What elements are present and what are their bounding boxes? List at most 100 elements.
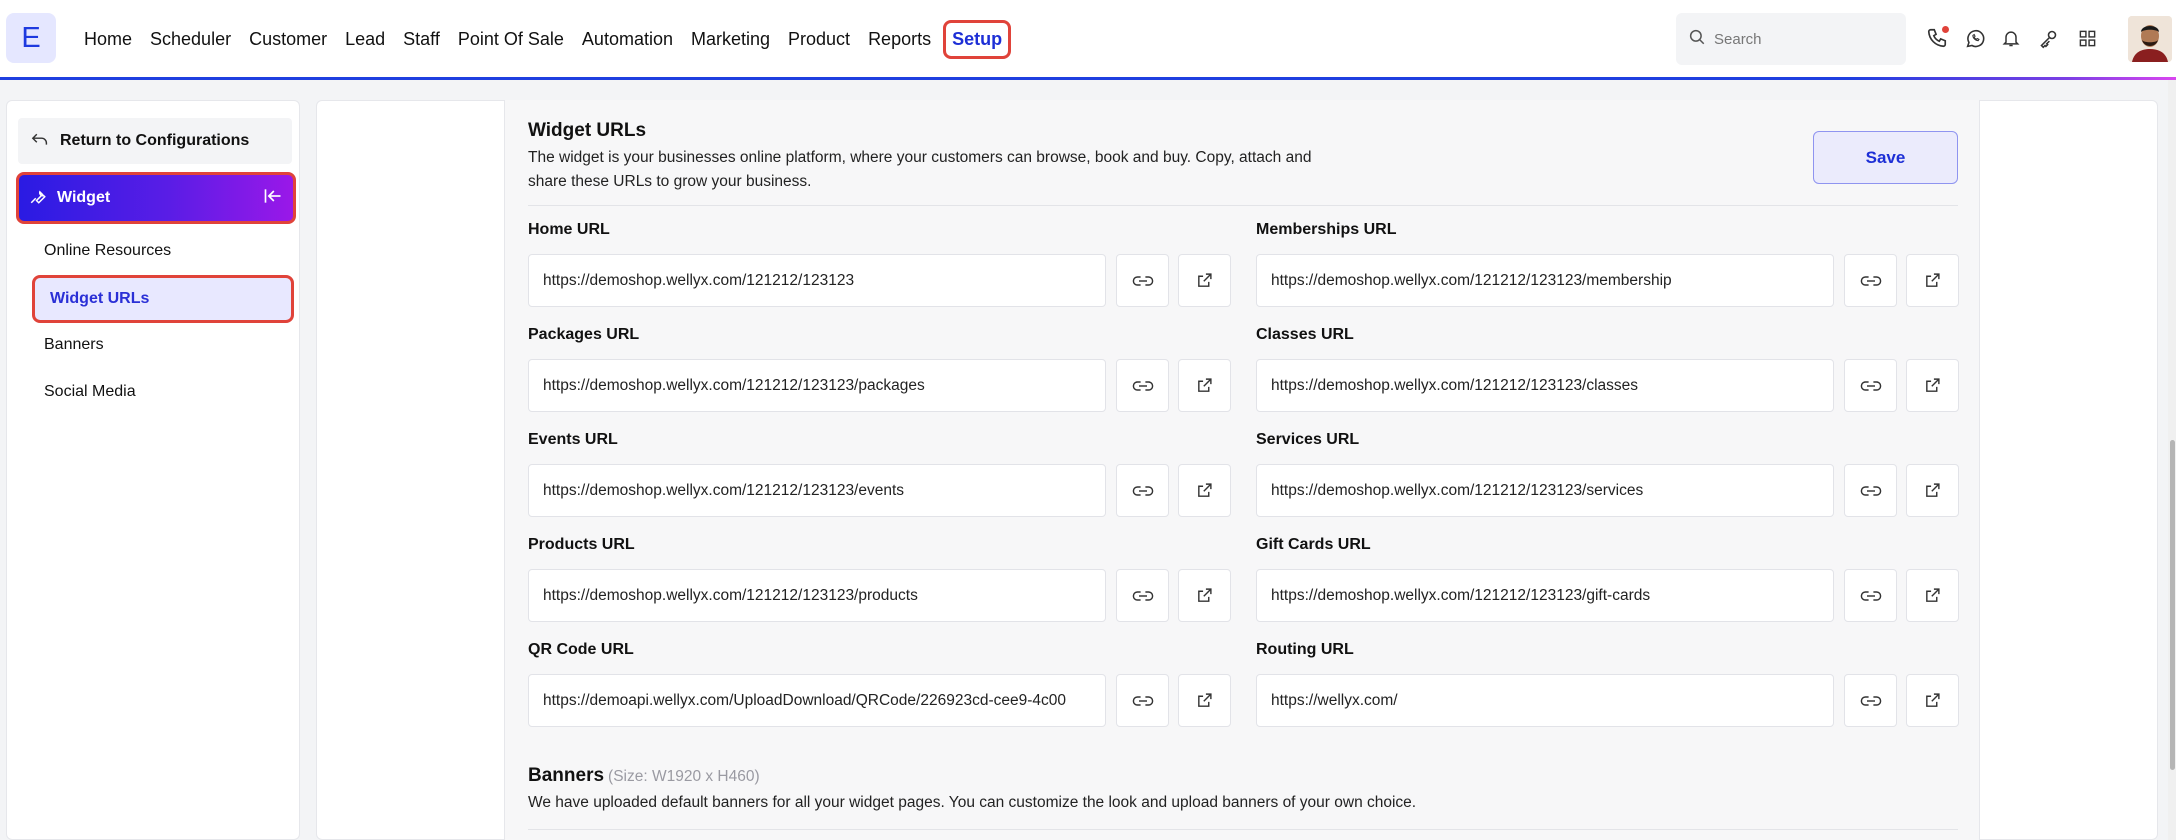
whatsapp-icon[interactable]	[1963, 26, 1987, 50]
qr-code-url-copy-link-button[interactable]	[1116, 674, 1169, 727]
gift-cards-url-copy-link-button[interactable]	[1844, 569, 1897, 622]
nav-item-lead[interactable]: Lead	[345, 29, 385, 50]
save-button[interactable]: Save	[1813, 131, 1958, 184]
home-url-label: Home URL	[528, 221, 610, 238]
link-icon	[1131, 693, 1155, 709]
home-url-input[interactable]	[528, 254, 1106, 307]
classes-url-copy-link-button[interactable]	[1844, 359, 1897, 412]
qr-code-url-label: QR Code URL	[528, 641, 634, 658]
external-link-icon	[1924, 482, 1941, 499]
top-bar-accent-line	[0, 77, 2176, 80]
sidebar-item-widget-urls[interactable]: Widget URLs	[32, 275, 294, 323]
external-link-icon	[1196, 692, 1213, 709]
external-link-icon	[1196, 272, 1213, 289]
back-arrow-icon	[30, 131, 50, 152]
routing-url-label: Routing URL	[1256, 641, 1354, 658]
link-icon	[1859, 483, 1883, 499]
nav-item-automation[interactable]: Automation	[582, 29, 673, 50]
description-line-2: share these URLs to grow your business.	[528, 173, 812, 190]
products-url-open-link-button[interactable]	[1178, 569, 1231, 622]
widget-section-label: Widget	[57, 189, 111, 206]
nav-item-home[interactable]: Home	[84, 29, 132, 50]
routing-url-copy-link-button[interactable]	[1844, 674, 1897, 727]
collapse-sidebar-icon[interactable]	[263, 187, 283, 210]
nav-item-customer[interactable]: Customer	[249, 29, 327, 50]
products-url-copy-link-button[interactable]	[1116, 569, 1169, 622]
search-box[interactable]	[1676, 13, 1906, 65]
gift-cards-url-input[interactable]	[1256, 569, 1834, 622]
events-url-copy-link-button[interactable]	[1116, 464, 1169, 517]
qr-code-url-input[interactable]	[528, 674, 1106, 727]
packages-url-input[interactable]	[528, 359, 1106, 412]
memberships-url-open-link-button[interactable]	[1906, 254, 1959, 307]
banners-size-note: (Size: W1920 x H460)	[608, 768, 760, 785]
wrench-icon	[29, 187, 47, 210]
packages-url-open-link-button[interactable]	[1178, 359, 1231, 412]
sidebar-item-online-resources[interactable]: Online Resources	[44, 242, 171, 260]
external-link-icon	[1924, 377, 1941, 394]
packages-url-label: Packages URL	[528, 326, 640, 343]
packages-url-copy-link-button[interactable]	[1116, 359, 1169, 412]
routing-url-input[interactable]	[1256, 674, 1834, 727]
phone-icon[interactable]	[1925, 26, 1949, 50]
widget-section-header[interactable]: Widget	[16, 172, 296, 224]
services-url-open-link-button[interactable]	[1906, 464, 1959, 517]
classes-url-input[interactable]	[1256, 359, 1834, 412]
app-logo[interactable]: E	[6, 13, 56, 63]
widget-urls-title: Widget URLs	[528, 120, 647, 141]
link-icon	[1859, 273, 1883, 289]
home-url-open-link-button[interactable]	[1178, 254, 1231, 307]
banners-title: Banners	[528, 765, 605, 786]
link-icon	[1131, 483, 1155, 499]
events-url-open-link-button[interactable]	[1178, 464, 1231, 517]
external-link-icon	[1196, 482, 1213, 499]
banners-divider	[528, 829, 1958, 830]
events-url-input[interactable]	[528, 464, 1106, 517]
notification-dot	[1942, 26, 1949, 33]
external-link-icon	[1924, 587, 1941, 604]
routing-url-open-link-button[interactable]	[1906, 674, 1959, 727]
search-icon	[1688, 28, 1706, 51]
scrollbar-thumb[interactable]	[2170, 440, 2175, 770]
apps-grid-icon[interactable]	[2075, 26, 2099, 50]
return-label: Return to Configurations	[60, 132, 250, 149]
products-url-input[interactable]	[528, 569, 1106, 622]
search-input[interactable]	[1714, 30, 1894, 48]
nav-item-setup[interactable]: Setup	[943, 19, 1012, 59]
user-avatar[interactable]	[2128, 16, 2172, 62]
external-link-icon	[1924, 692, 1941, 709]
classes-url-open-link-button[interactable]	[1906, 359, 1959, 412]
sidebar-item-banners[interactable]: Banners	[44, 336, 104, 354]
nav-item-product[interactable]: Product	[788, 29, 850, 50]
description-line-1: The widget is your businesses online pla…	[528, 149, 1312, 166]
nav-item-scheduler[interactable]: Scheduler	[150, 29, 231, 50]
link-icon	[1131, 588, 1155, 604]
bell-icon[interactable]	[1999, 26, 2023, 50]
external-link-icon	[1196, 587, 1213, 604]
classes-url-label: Classes URL	[1256, 326, 1354, 343]
memberships-url-label: Memberships URL	[1256, 221, 1397, 238]
link-icon	[1859, 378, 1883, 394]
banners-description: We have uploaded default banners for all…	[528, 794, 1417, 811]
qr-code-url-open-link-button[interactable]	[1178, 674, 1231, 727]
nav-item-marketing[interactable]: Marketing	[691, 29, 770, 50]
link-icon	[1859, 588, 1883, 604]
sidebar-item-social-media[interactable]: Social Media	[44, 383, 136, 401]
memberships-url-copy-link-button[interactable]	[1844, 254, 1897, 307]
settings-sidebar: Return to Configurations Widget	[6, 100, 300, 840]
gift-cards-url-open-link-button[interactable]	[1906, 569, 1959, 622]
logo-letter: E	[21, 21, 41, 54]
main-nav: Home Scheduler Customer Lead Staff Point…	[84, 0, 1029, 78]
nav-item-staff[interactable]: Staff	[403, 29, 440, 50]
services-url-copy-link-button[interactable]	[1844, 464, 1897, 517]
nav-item-point-of-sale[interactable]: Point Of Sale	[458, 29, 564, 50]
memberships-url-input[interactable]	[1256, 254, 1834, 307]
home-url-copy-link-button[interactable]	[1116, 254, 1169, 307]
key-icon[interactable]	[2036, 26, 2060, 50]
services-url-input[interactable]	[1256, 464, 1834, 517]
link-icon	[1131, 378, 1155, 394]
nav-item-reports[interactable]: Reports	[868, 29, 931, 50]
return-to-configurations-button[interactable]: Return to Configurations	[18, 118, 292, 164]
services-url-label: Services URL	[1256, 431, 1360, 448]
gift-cards-url-label: Gift Cards URL	[1256, 536, 1371, 553]
